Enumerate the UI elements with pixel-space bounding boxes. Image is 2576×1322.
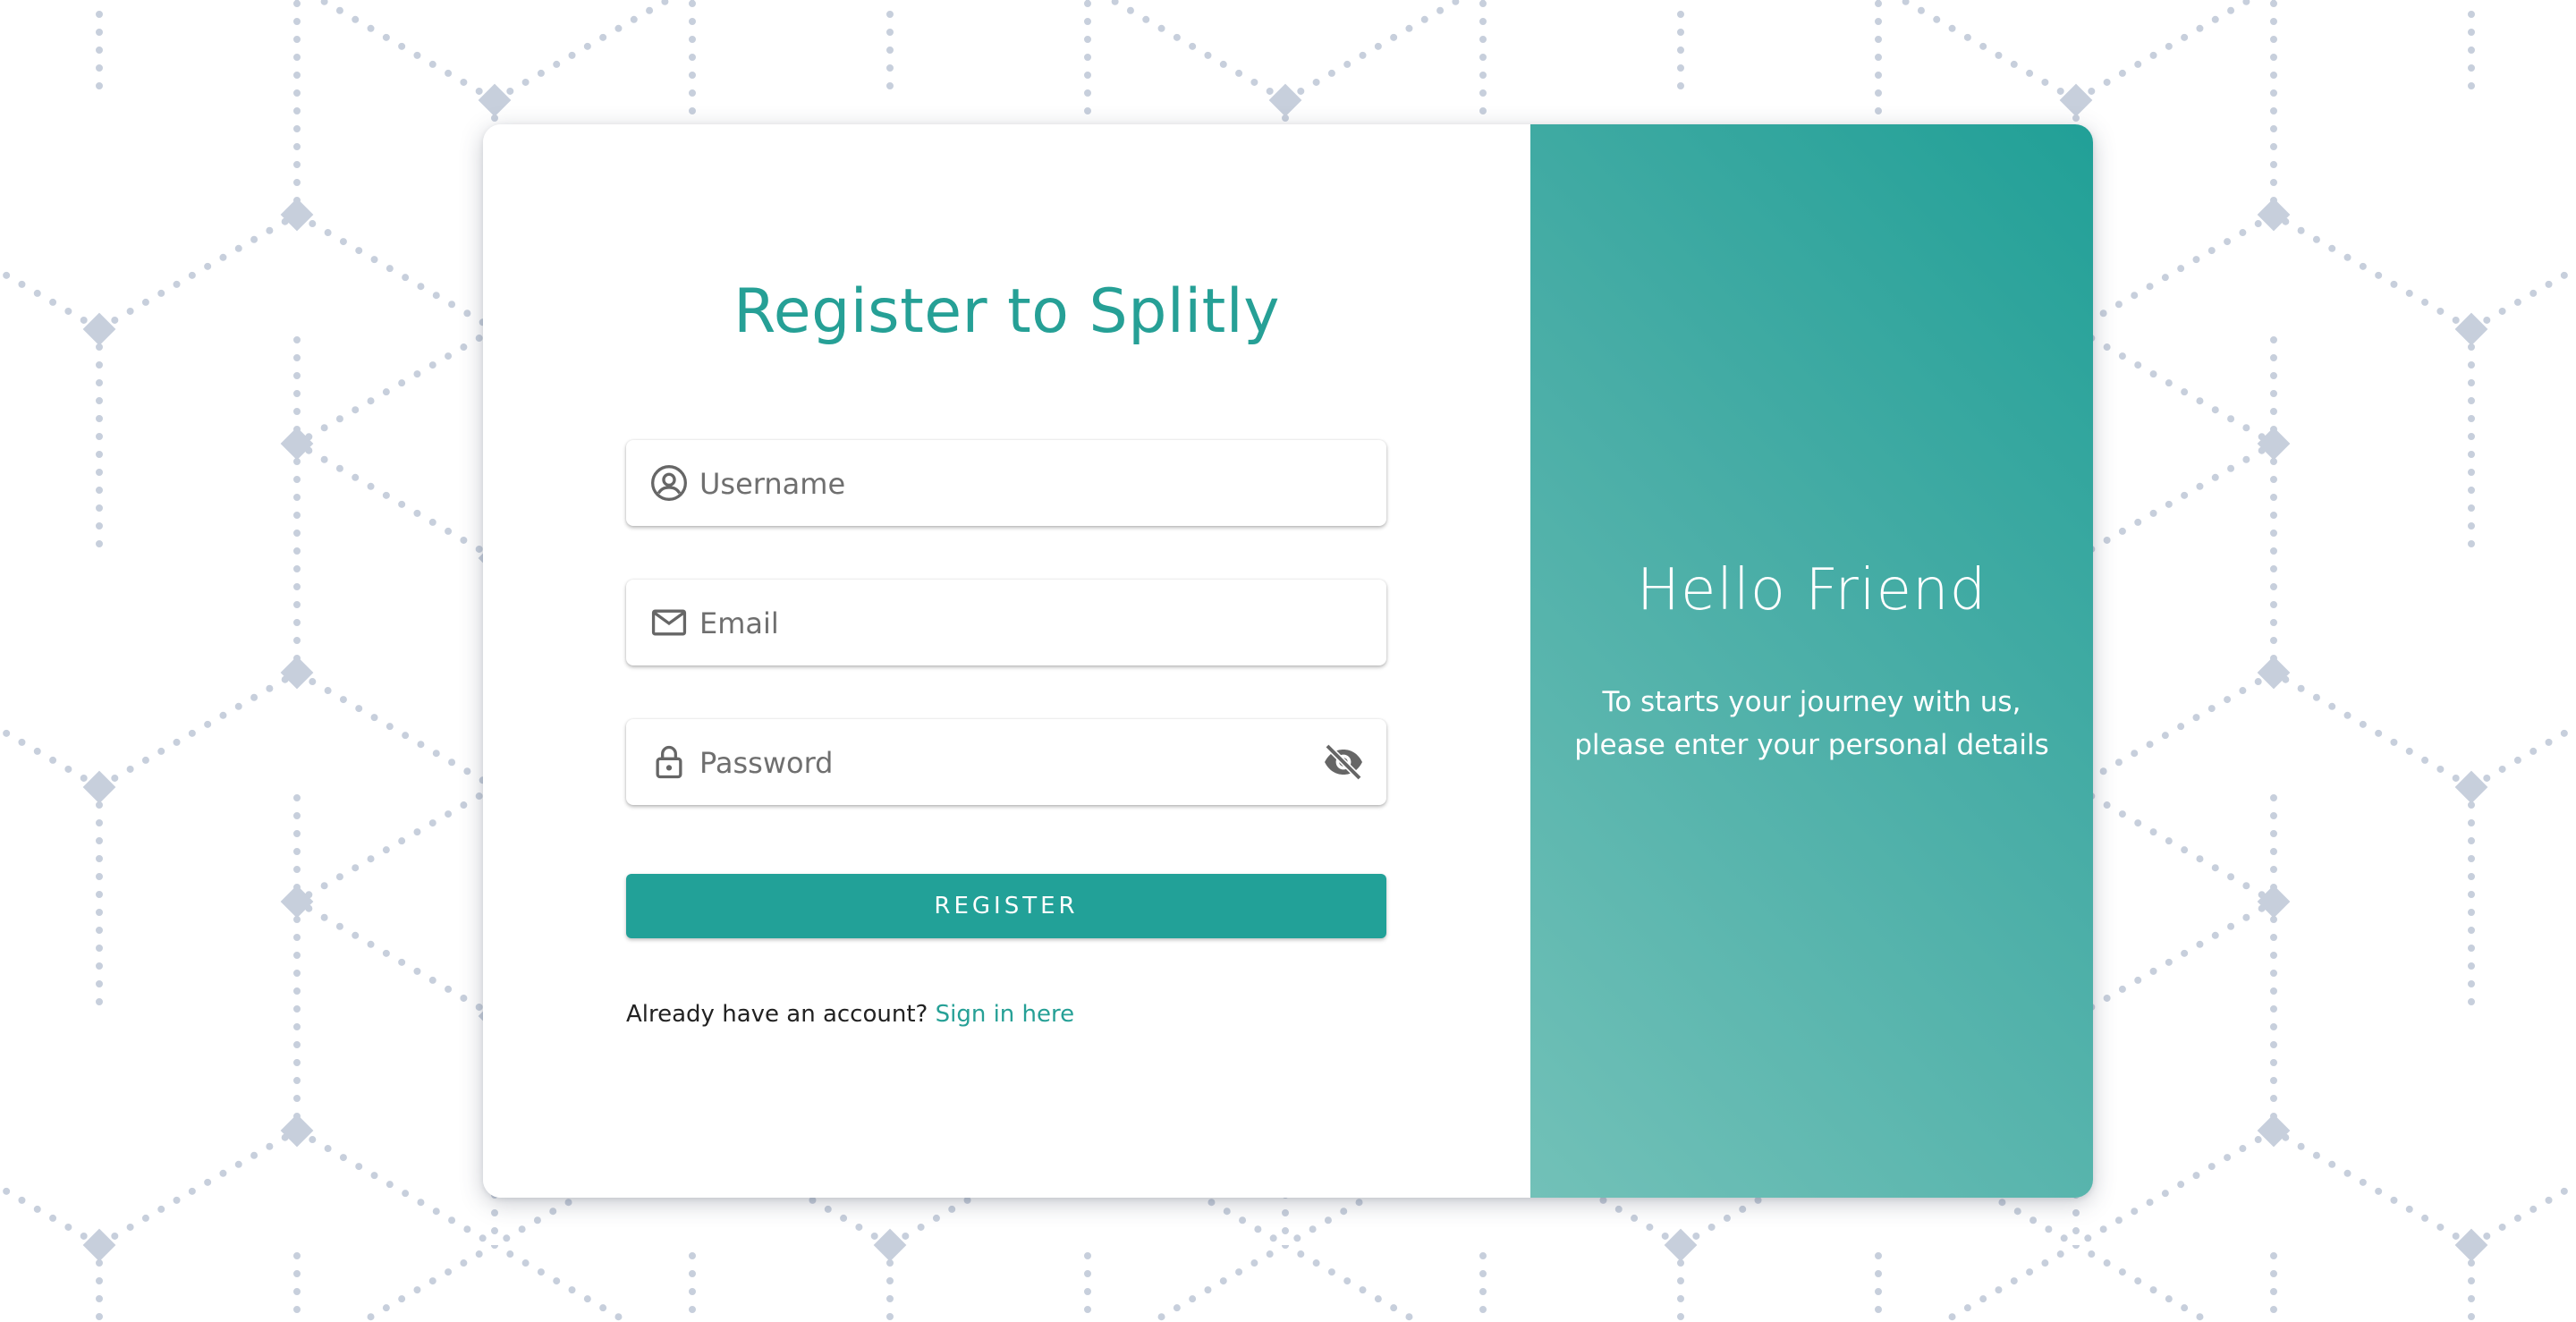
- welcome-line-2: please enter your personal details: [1574, 729, 2049, 761]
- signin-prompt-text: Already have an account?: [626, 1001, 928, 1028]
- register-form-panel: Register to Splitly Username Email REGIS…: [483, 124, 1530, 1198]
- lock-icon: [656, 745, 682, 779]
- password-field[interactable]: [626, 719, 1386, 807]
- email-input[interactable]: [698, 580, 1309, 667]
- welcome-line-1: To starts your journey with us,: [1602, 686, 2021, 718]
- welcome-panel: Hello Friend To starts your journey with…: [1530, 124, 2093, 1198]
- email-field[interactable]: [626, 580, 1386, 667]
- welcome-heading: Hello Friend: [1636, 557, 1987, 623]
- signin-link[interactable]: Sign in here: [936, 1001, 1075, 1028]
- register-card: Register to Splitly Username Email REGIS…: [483, 124, 2093, 1198]
- signin-prompt: Already have an account? Sign in here: [626, 1001, 1074, 1028]
- register-button[interactable]: REGISTER: [626, 874, 1386, 938]
- username-input[interactable]: [698, 440, 1309, 528]
- password-input[interactable]: [698, 719, 1309, 807]
- username-field[interactable]: [626, 440, 1386, 528]
- welcome-subtext: To starts your journey with us, please e…: [1530, 681, 2093, 767]
- account-circle-icon: [651, 465, 687, 501]
- eye-off-icon[interactable]: [1322, 742, 1365, 782]
- page-title: Register to Splitly: [733, 276, 1280, 347]
- mail-icon: [651, 609, 687, 636]
